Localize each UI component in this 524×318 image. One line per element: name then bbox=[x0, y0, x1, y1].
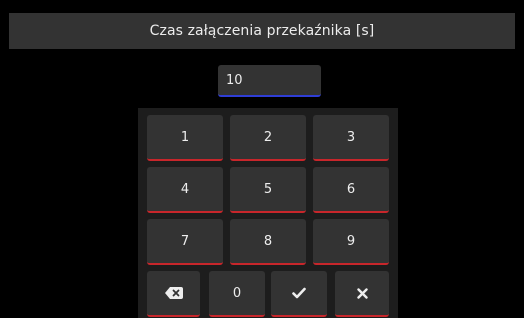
title-bar: Czas załączenia przekaźnika [s] bbox=[9, 13, 515, 49]
key-6[interactable]: 6 bbox=[313, 167, 389, 213]
key-8[interactable]: 8 bbox=[230, 219, 306, 265]
key-3[interactable]: 3 bbox=[313, 115, 389, 161]
key-7[interactable]: 7 bbox=[147, 219, 223, 265]
confirm-button[interactable] bbox=[271, 271, 327, 317]
key-9[interactable]: 9 bbox=[313, 219, 389, 265]
key-2[interactable]: 2 bbox=[230, 115, 306, 161]
key-5[interactable]: 5 bbox=[230, 167, 306, 213]
value-field[interactable]: 10 bbox=[218, 65, 321, 97]
dialog: Czas załączenia przekaźnika [s] 10 1 2 3… bbox=[0, 0, 524, 318]
cancel-button[interactable] bbox=[335, 271, 389, 317]
key-0[interactable]: 0 bbox=[209, 271, 265, 317]
dialog-title: Czas załączenia przekaźnika [s] bbox=[149, 23, 375, 39]
key-1[interactable]: 1 bbox=[147, 115, 223, 161]
check-icon bbox=[292, 287, 306, 299]
key-4[interactable]: 4 bbox=[147, 167, 223, 213]
close-icon bbox=[356, 287, 368, 299]
numeric-keypad: 1 2 3 4 5 6 7 8 9 0 bbox=[138, 108, 398, 318]
backspace-button[interactable] bbox=[147, 271, 200, 317]
backspace-icon bbox=[164, 287, 183, 299]
